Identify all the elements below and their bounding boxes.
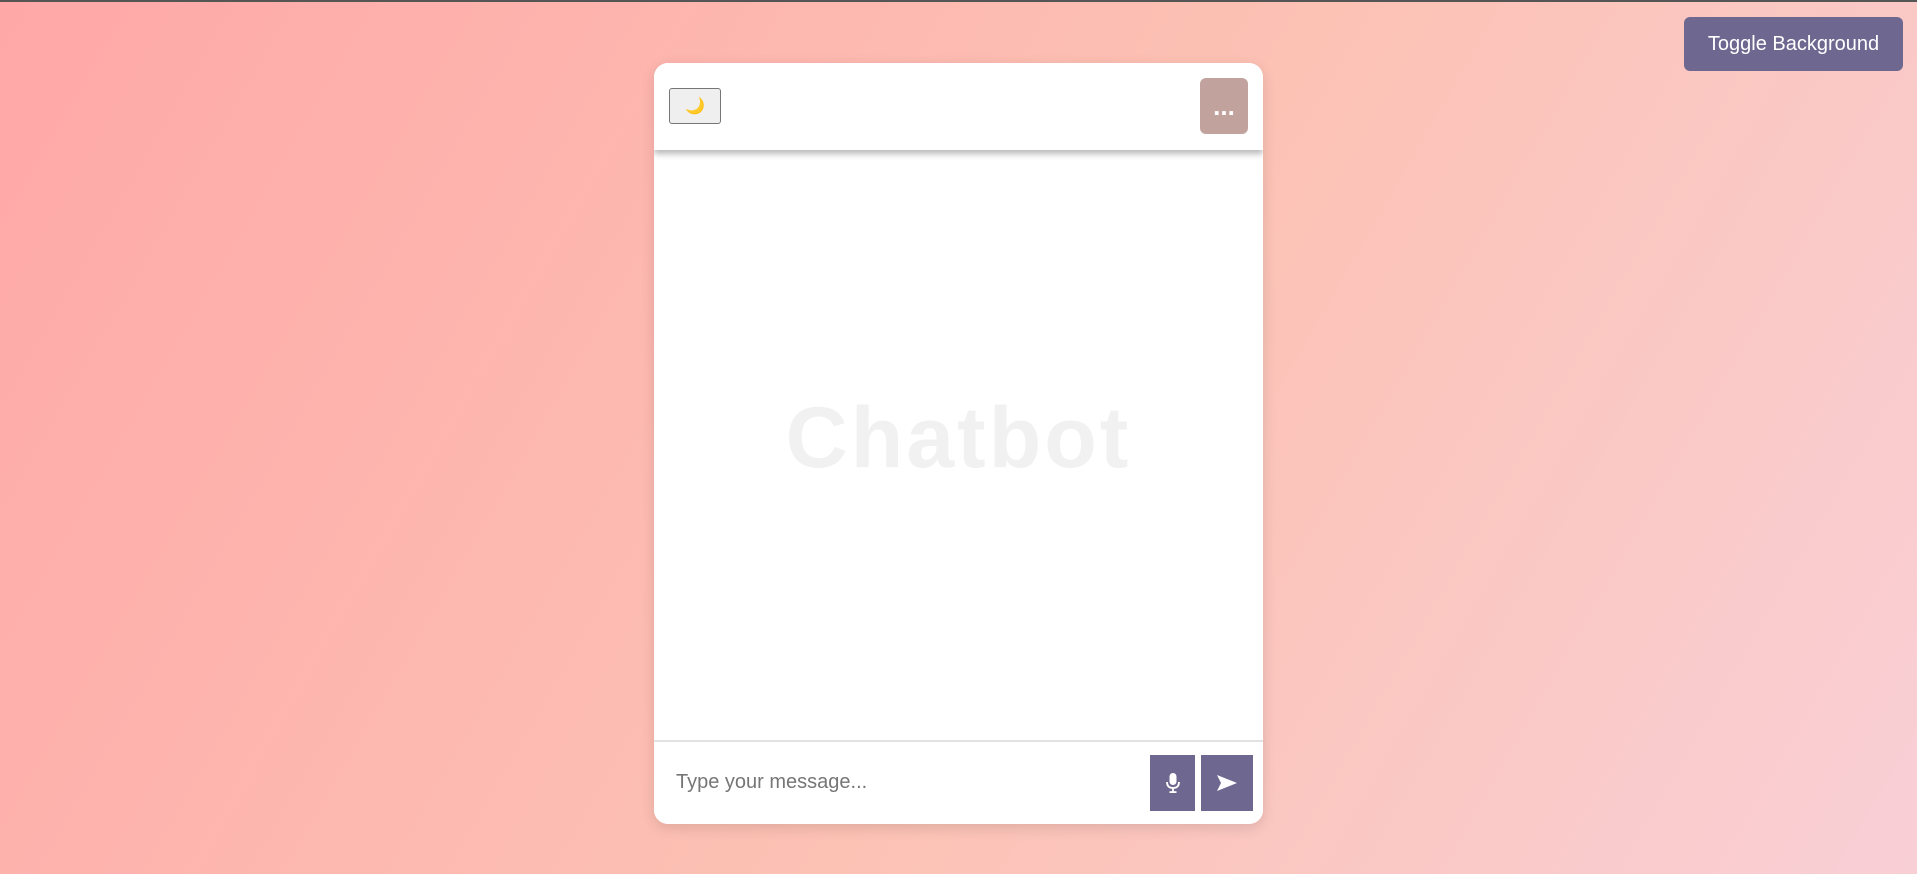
chat-messages-area: Chatbot	[654, 150, 1263, 742]
theme-toggle-button[interactable]: 🌙	[669, 88, 721, 124]
microphone-icon	[1165, 773, 1180, 793]
chat-input-bar	[654, 742, 1263, 824]
send-arrow-icon	[1217, 775, 1237, 791]
chat-header: 🌙 ...	[654, 63, 1263, 150]
microphone-button[interactable]	[1150, 755, 1195, 811]
ellipsis-icon: ...	[1213, 91, 1235, 121]
chat-window: 🌙 ... Chatbot	[654, 63, 1263, 824]
send-button[interactable]	[1201, 755, 1253, 811]
top-border	[0, 0, 1917, 2]
toggle-background-button[interactable]: Toggle Background	[1684, 17, 1903, 71]
moon-icon: 🌙	[685, 96, 705, 115]
menu-button[interactable]: ...	[1200, 78, 1248, 134]
chatbot-watermark: Chatbot	[785, 389, 1132, 486]
message-input[interactable]	[664, 754, 1124, 810]
